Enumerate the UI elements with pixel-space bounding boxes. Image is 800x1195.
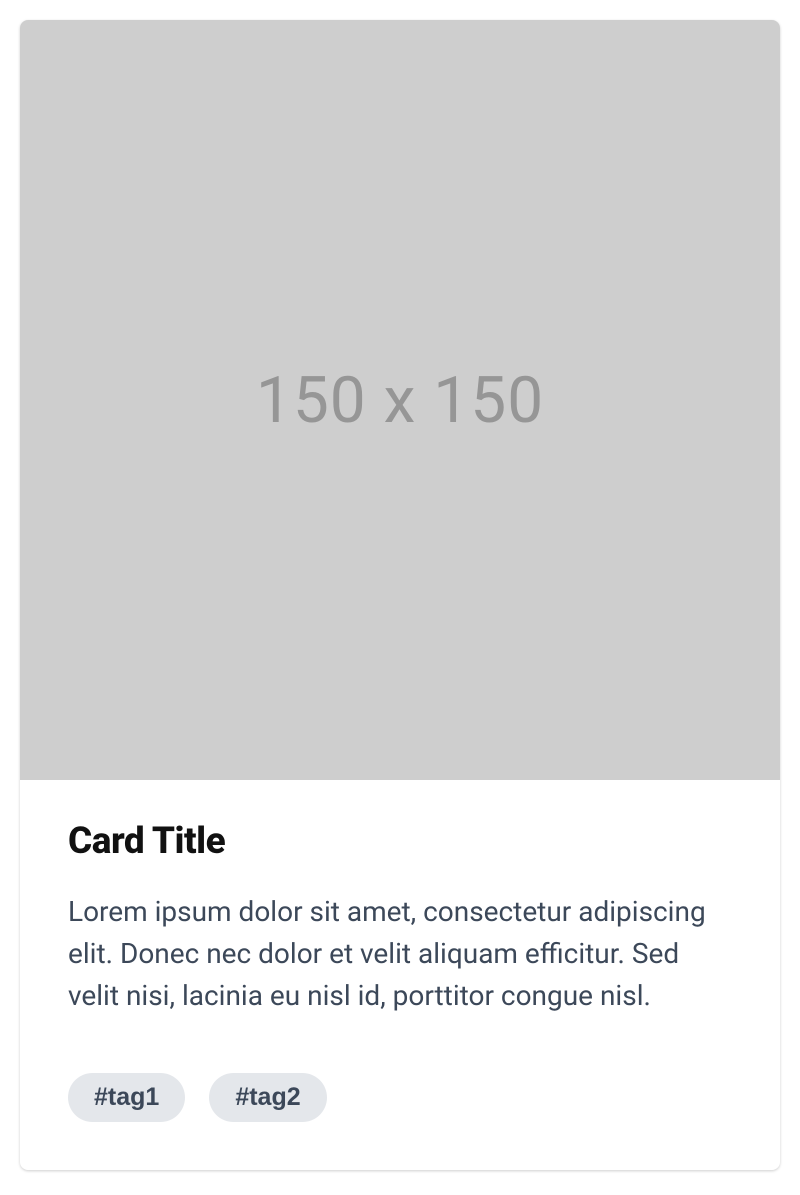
card: 150 x 150 Card Title Lorem ipsum dolor s…: [20, 20, 780, 1170]
card-title: Card Title: [68, 820, 732, 863]
tag-row: #tag1 #tag2: [68, 1073, 732, 1122]
placeholder-image-text: 150 x 150: [256, 363, 544, 438]
card-description: Lorem ipsum dolor sit amet, consectetur …: [68, 891, 732, 1017]
card-body: Card Title Lorem ipsum dolor sit amet, c…: [20, 780, 780, 1170]
card-image-placeholder: 150 x 150: [20, 20, 780, 780]
tag-2[interactable]: #tag2: [209, 1073, 326, 1122]
tag-1[interactable]: #tag1: [68, 1073, 185, 1122]
